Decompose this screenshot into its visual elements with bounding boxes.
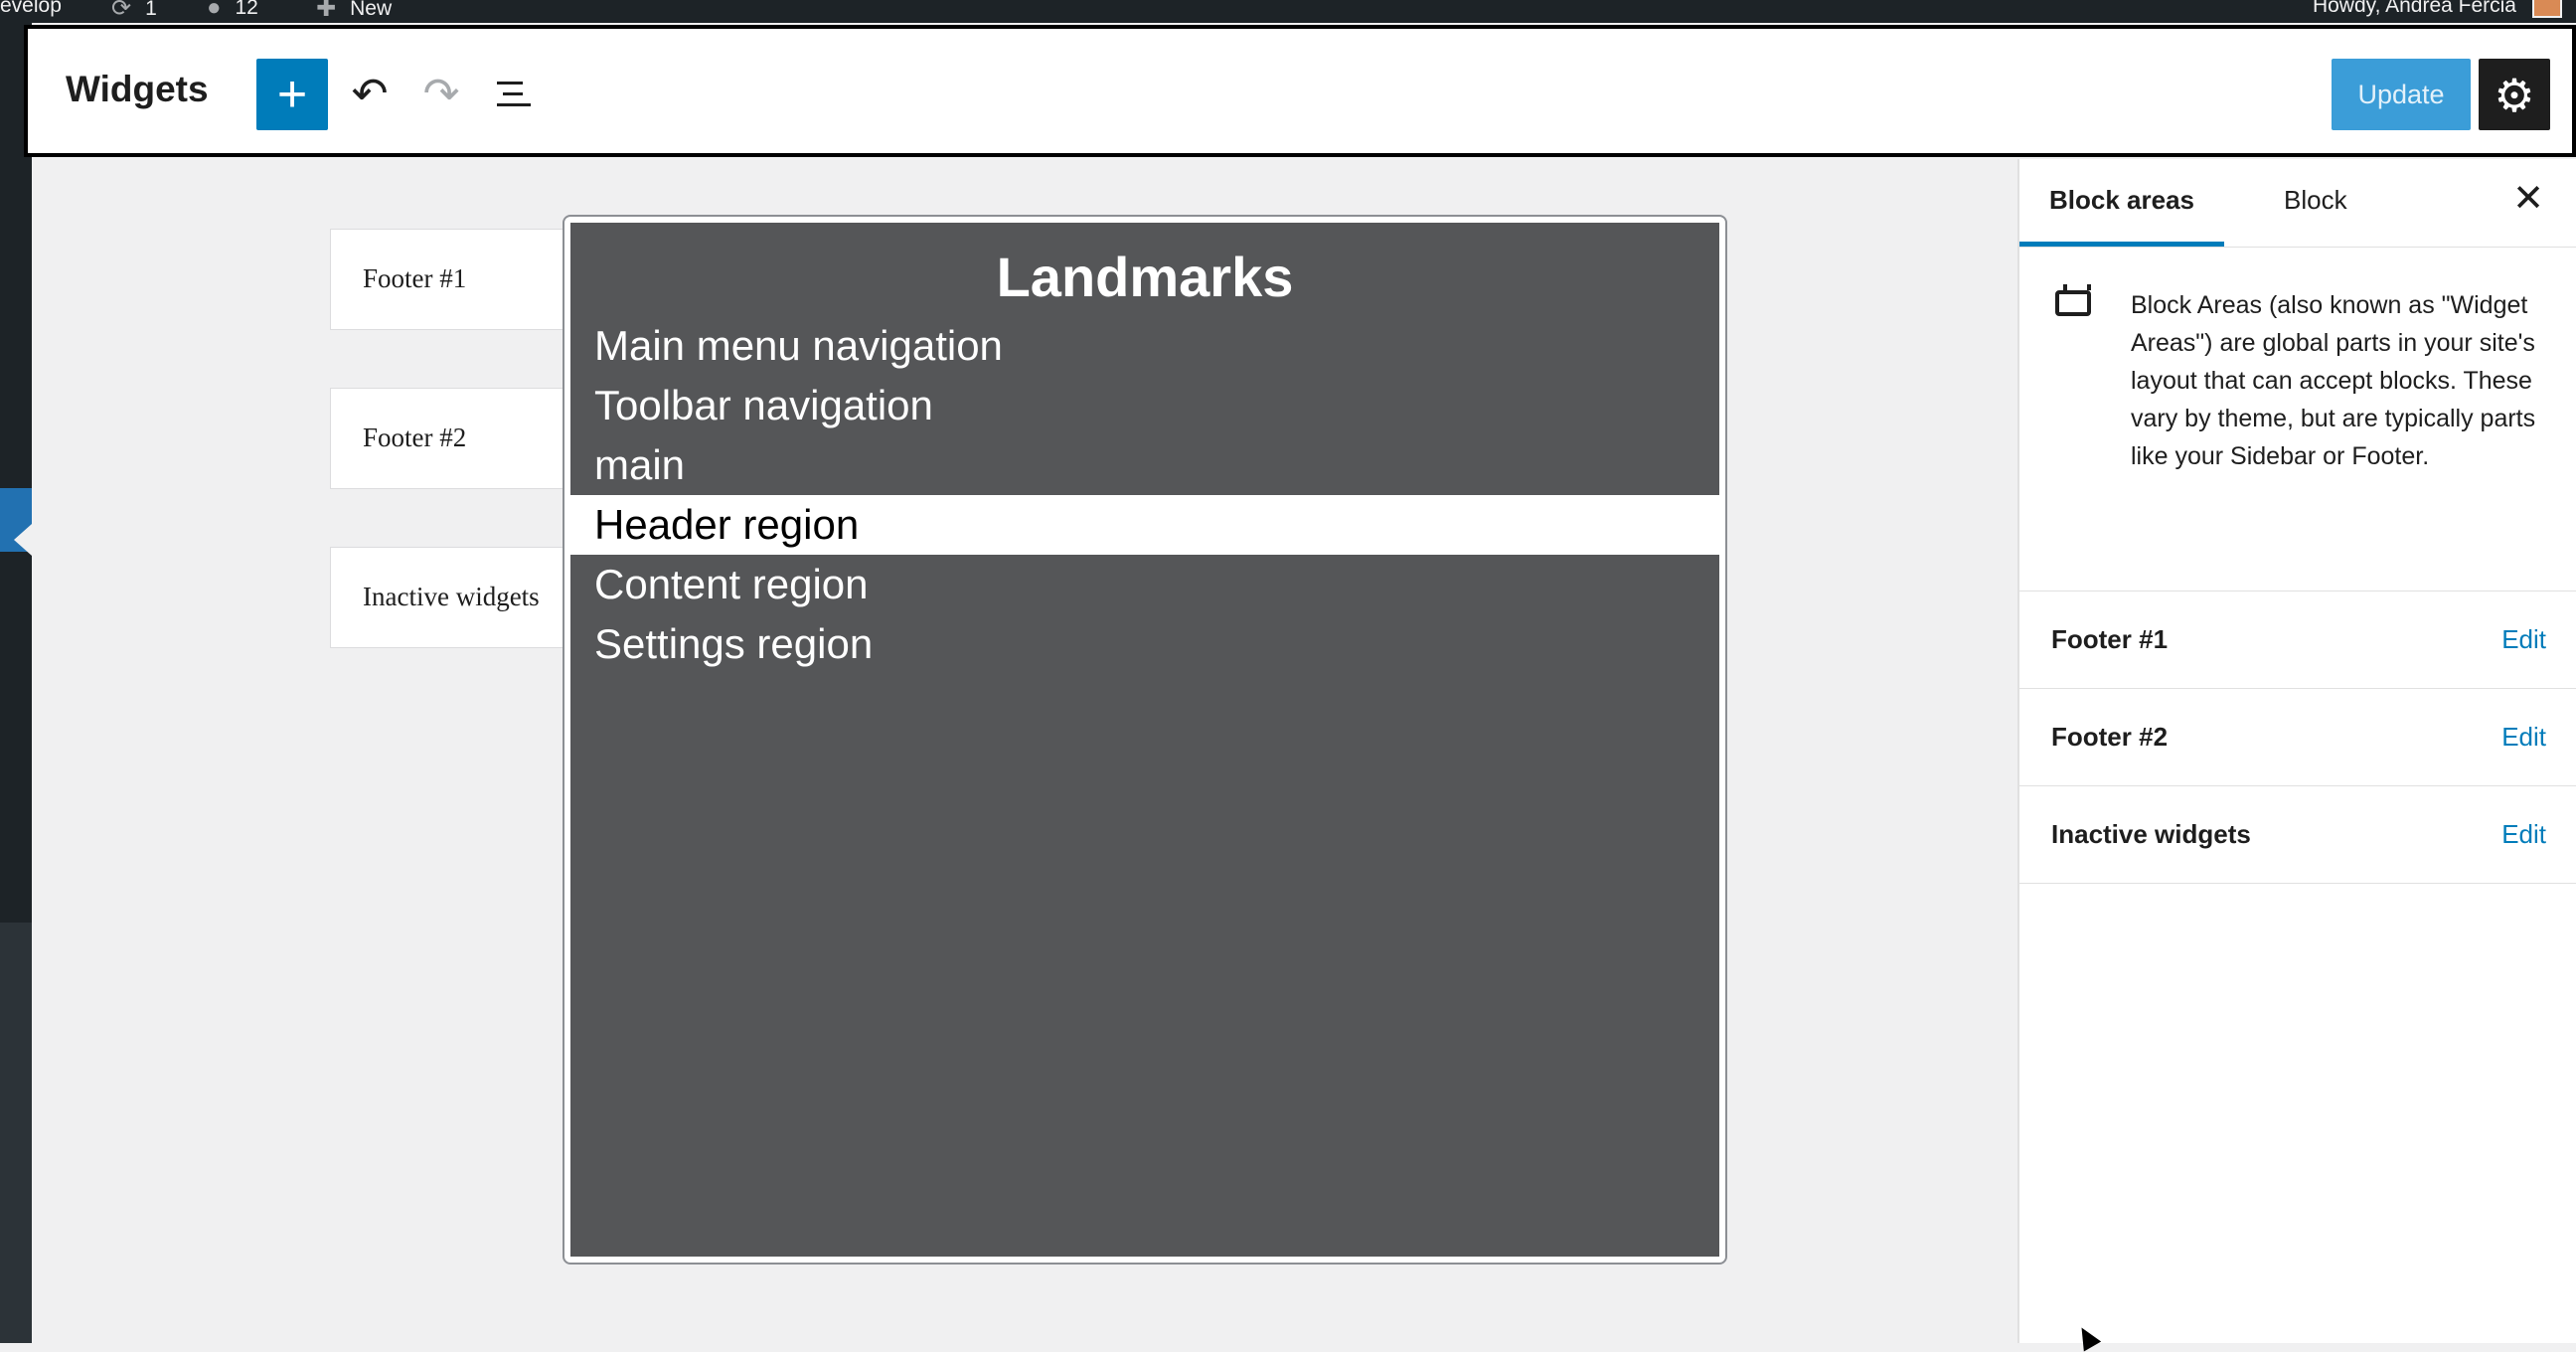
comments-link[interactable]: ● 12 [207,0,258,22]
landmarks-list: Main menu navigation Toolbar navigation … [570,316,1719,674]
avatar[interactable] [2532,0,2562,18]
sidebar-tabs: Block areas Block ✕ [2019,159,2576,248]
block-areas-icon [2055,284,2091,316]
block-areas-description: Block Areas (also known as "Widget Areas… [2131,291,2536,470]
area-name: Footer #2 [2051,722,2169,752]
comments-icon: ● [207,0,222,21]
landmarks-panel: Landmarks Main menu navigation Toolbar n… [570,223,1719,1257]
landmark-item[interactable]: main [570,435,1719,495]
landmark-item-selected[interactable]: Header region [570,495,1719,555]
edit-link[interactable]: Edit [2501,688,2546,785]
add-block-button[interactable]: + [256,59,328,130]
landmarks-title: Landmarks [996,246,1294,308]
howdy-label: Howdy, Andrea Fercia [2312,0,2516,17]
plus-icon: + [276,66,308,123]
list-view-button[interactable] [483,61,543,126]
admin-menu-lower [0,923,32,1343]
tab-block[interactable]: Block [2254,159,2377,247]
landmark-item[interactable]: Content region [570,555,1719,614]
edit-link[interactable]: Edit [2501,785,2546,883]
redo-button[interactable]: ↷ [411,61,471,126]
area-name: Inactive widgets [2051,819,2251,849]
updates-link[interactable]: ⟳ 1 [111,0,157,23]
site-name-label: evelop [0,0,62,17]
landmarks-dialog: Landmarks Main menu navigation Toolbar n… [563,215,1727,1265]
undo-button[interactable]: ↶ [340,61,400,126]
landmark-item[interactable]: Toolbar navigation [570,376,1719,435]
admin-bar: evelop ⟳ 1 ● 12 ✚ New Howdy, Andrea Ferc… [0,0,2576,23]
landmark-item[interactable]: Settings region [570,614,1719,674]
admin-menu [0,23,32,1343]
page-title: Widgets [66,69,209,109]
tab-block-areas[interactable]: Block areas [2019,159,2224,247]
gear-icon: ⚙ [2494,70,2535,121]
new-content-link[interactable]: ✚ New [316,0,392,23]
sidebar-area-row: Footer #2 Edit [2019,688,2576,786]
landmark-item[interactable]: Main menu navigation [570,316,1719,376]
redo-icon: ↷ [422,70,460,118]
my-account-link[interactable]: Howdy, Andrea Fercia [2313,0,2516,18]
close-icon: ✕ [2512,178,2544,220]
update-button[interactable]: Update [2332,59,2471,130]
block-areas-description-panel: Block Areas (also known as "Widget Areas… [2019,247,2576,592]
sidebar-area-row: Inactive widgets Edit [2019,785,2576,884]
widgets-header: Widgets + ↶ ↷ Update ⚙ [24,25,2576,157]
list-view-icon [497,82,531,106]
plus-icon: ✚ [316,0,337,22]
area-name: Footer #1 [2051,624,2169,654]
new-label: New [350,0,393,20]
close-sidebar-button[interactable]: ✕ [2506,177,2550,221]
site-name-link[interactable]: evelop [0,0,62,18]
sidebar-area-row: Footer #1 Edit [2019,591,2576,689]
settings-sidebar: Block areas Block ✕ Block Areas (also kn… [2017,159,2576,1343]
current-menu-arrow-icon [14,524,32,556]
edit-link[interactable]: Edit [2501,591,2546,688]
settings-button[interactable]: ⚙ [2479,59,2550,130]
comments-count: 12 [235,0,258,19]
undo-icon: ↶ [351,70,389,118]
updates-count: 1 [145,0,157,20]
updates-icon: ⟳ [111,0,132,22]
